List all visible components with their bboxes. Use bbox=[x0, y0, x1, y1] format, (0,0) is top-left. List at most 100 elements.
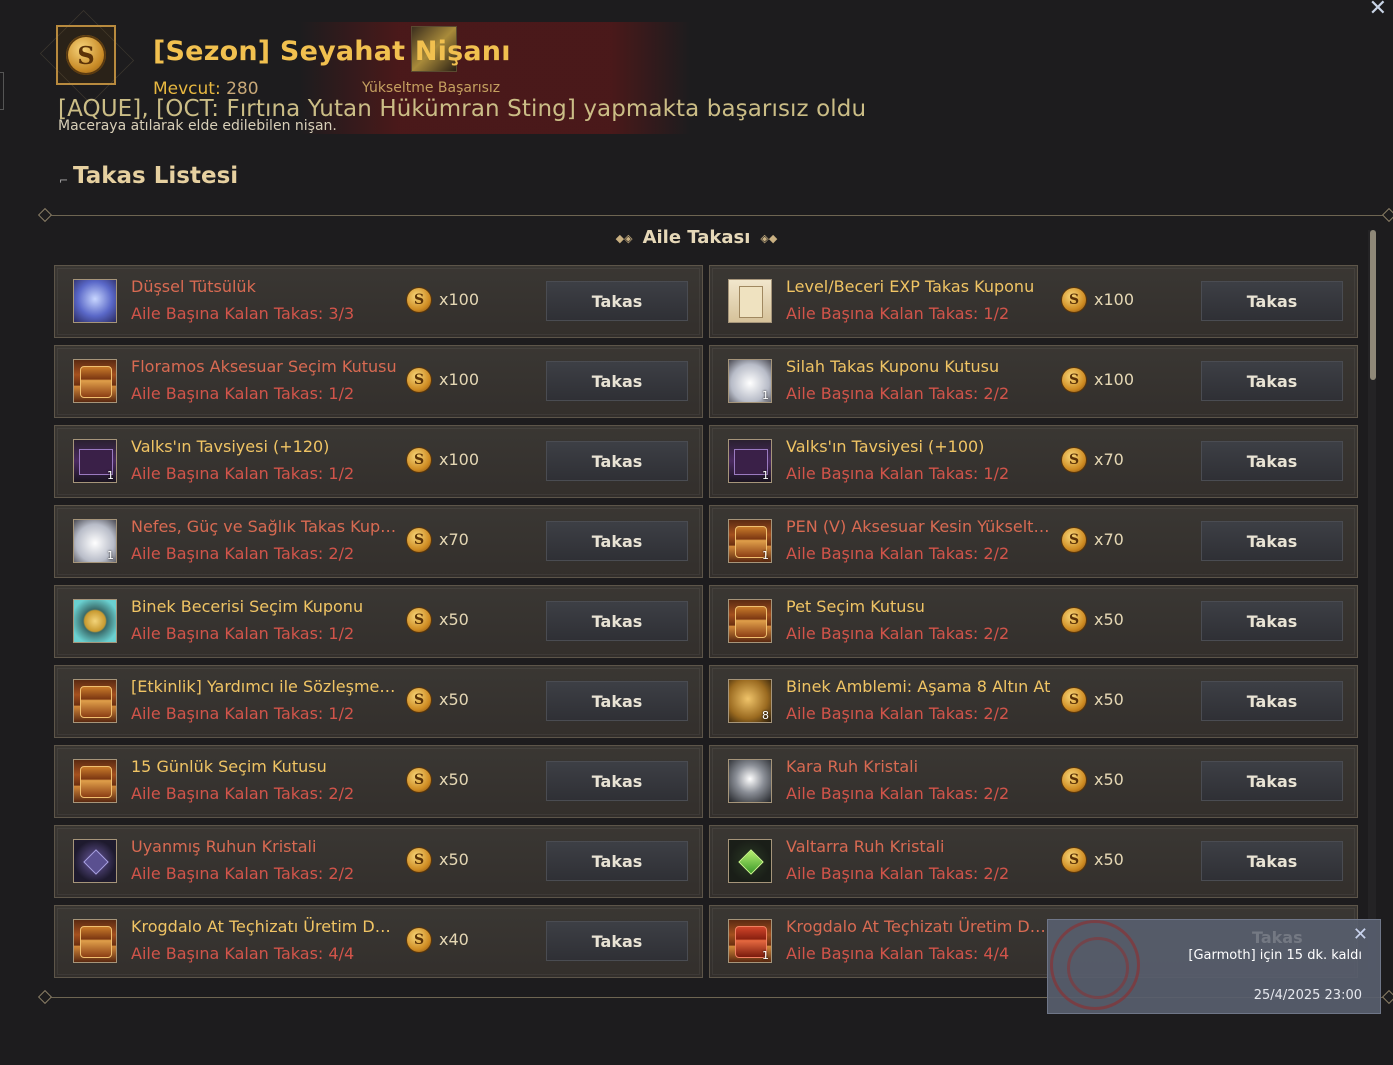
remaining-exchanges: Aile Başına Kalan Takas: 4/4 bbox=[786, 944, 1010, 963]
currency-description: Maceraya atılarak elde edilebilen nişan. bbox=[58, 118, 337, 134]
exchange-button[interactable]: Takas bbox=[546, 521, 688, 561]
item-name: Valtarra Ruh Kristali bbox=[786, 837, 945, 856]
purple-gem-icon[interactable] bbox=[73, 839, 117, 883]
exchange-button[interactable]: Takas bbox=[1201, 281, 1343, 321]
season-coin-icon: S bbox=[1062, 848, 1086, 872]
remaining-exchanges: Aile Başına Kalan Takas: 2/2 bbox=[786, 624, 1010, 643]
page-title: [Sezon] Seyahat Nişanı bbox=[153, 36, 511, 67]
remaining-exchanges: Aile Başına Kalan Takas: 2/2 bbox=[131, 864, 355, 883]
ornament-left-icon: ◆◈ bbox=[615, 231, 633, 245]
item-price: x100 bbox=[439, 370, 480, 389]
remaining-exchanges: Aile Başına Kalan Takas: 2/2 bbox=[786, 704, 1010, 723]
exchange-row: 1 Valks'ın Tavsiyesi (+120) Aile Başına Ka… bbox=[54, 425, 703, 498]
toast-close-icon[interactable]: ✕ bbox=[1353, 924, 1368, 945]
remaining-exchanges: Aile Başına Kalan Takas: 2/2 bbox=[131, 544, 355, 563]
exchange-button[interactable]: Takas bbox=[546, 761, 688, 801]
item-name: [Etkinlik] Yardımcı ile Sözleşme Kutusu bbox=[131, 677, 397, 696]
collapse-icon[interactable]: ⌐ bbox=[59, 174, 68, 187]
exchange-button[interactable]: Takas bbox=[1201, 361, 1343, 401]
exchange-button[interactable]: Takas bbox=[1201, 761, 1343, 801]
exchange-button[interactable]: Takas bbox=[546, 441, 688, 481]
crystal-icon[interactable] bbox=[728, 759, 772, 803]
season-coin-icon: S bbox=[407, 528, 431, 552]
exchange-button[interactable]: Takas bbox=[1201, 841, 1343, 881]
item-name: 15 Günlük Seçim Kutusu bbox=[131, 757, 327, 776]
exchange-button[interactable]: Takas bbox=[546, 281, 688, 321]
season-coin-icon: S bbox=[1062, 688, 1086, 712]
item-price: x70 bbox=[1094, 450, 1124, 469]
item-name: Valks'ın Tavsiyesi (+120) bbox=[131, 437, 330, 456]
item-price: x50 bbox=[1094, 770, 1124, 789]
side-tab[interactable] bbox=[0, 72, 4, 110]
item-price: x100 bbox=[1094, 370, 1135, 389]
remaining-exchanges: Aile Başına Kalan Takas: 2/2 bbox=[131, 784, 355, 803]
item-quantity: 1 bbox=[107, 549, 114, 562]
ornament-right-icon: ◈◆ bbox=[760, 231, 778, 245]
season-coin-icon: S bbox=[407, 448, 431, 472]
chest-icon[interactable] bbox=[73, 359, 117, 403]
exchange-button[interactable]: Takas bbox=[1201, 681, 1343, 721]
chest-icon[interactable] bbox=[73, 679, 117, 723]
white-box-icon[interactable]: 1 bbox=[728, 359, 772, 403]
item-name: Nefes, Güç ve Sağlık Takas Kuponu Kutusu bbox=[131, 517, 397, 536]
toast-message: [Garmoth] için 15 dk. kaldı bbox=[1188, 948, 1362, 963]
item-price: x100 bbox=[439, 450, 480, 469]
boss-emblem-icon bbox=[1050, 920, 1140, 1010]
item-name: Krogdalo At Teçhizatı Üretim Desteği Kut… bbox=[131, 917, 397, 936]
item-price: x50 bbox=[439, 770, 469, 789]
item-price: x50 bbox=[1094, 850, 1124, 869]
exchange-button[interactable]: Takas bbox=[546, 921, 688, 961]
item-name: Uyanmış Ruhun Kristali bbox=[131, 837, 317, 856]
exchange-button[interactable]: Takas bbox=[546, 601, 688, 641]
horse-icon[interactable]: 8 bbox=[728, 679, 772, 723]
item-price: x50 bbox=[1094, 690, 1124, 709]
purple-scroll-icon[interactable]: 1 bbox=[728, 439, 772, 483]
notice-subtitle: Yükseltme Başarısız bbox=[362, 80, 501, 96]
remaining-exchanges: Aile Başına Kalan Takas: 1/2 bbox=[786, 464, 1010, 483]
item-quantity: 1 bbox=[762, 389, 769, 402]
white-box-icon[interactable]: 1 bbox=[73, 519, 117, 563]
remaining-exchanges: Aile Başına Kalan Takas: 1/2 bbox=[131, 464, 355, 483]
exchange-button[interactable]: Takas bbox=[546, 841, 688, 881]
remaining-exchanges: Aile Başına Kalan Takas: 3/3 bbox=[131, 304, 355, 323]
season-coin-icon: S bbox=[1062, 608, 1086, 632]
subsection-title: Aile Takası bbox=[642, 227, 751, 248]
exchange-button[interactable]: Takas bbox=[1201, 521, 1343, 561]
exchange-button[interactable]: Takas bbox=[546, 681, 688, 721]
close-window-icon[interactable]: ✕ bbox=[1369, 0, 1387, 21]
exchange-row: 1 Nefes, Güç ve Sağlık Takas Kuponu Kutus… bbox=[54, 505, 703, 578]
scroll-icon[interactable] bbox=[728, 279, 772, 323]
exchange-row: 1 PEN (V) Aksesuar Kesin Yükseltme Kutusu… bbox=[709, 505, 1358, 578]
chest-icon[interactable] bbox=[728, 599, 772, 643]
exchange-button[interactable]: Takas bbox=[1201, 441, 1343, 481]
remaining-exchanges: Aile Başına Kalan Takas: 2/2 bbox=[786, 384, 1010, 403]
exchange-row: 1 Silah Takas Kuponu Kutusu Aile Başına Ka… bbox=[709, 345, 1358, 418]
blue-dragon-icon[interactable] bbox=[73, 279, 117, 323]
compass-icon[interactable] bbox=[73, 599, 117, 643]
green-gem-icon[interactable] bbox=[728, 839, 772, 883]
toast-time: 25/4/2025 23:00 bbox=[1253, 988, 1362, 1003]
exchange-row: Düşsel Tütsülük Aile Başına Kalan Takas: … bbox=[54, 265, 703, 338]
notification-toast[interactable]: Takas ✕ [Garmoth] için 15 dk. kaldı 25/4… bbox=[1047, 919, 1381, 1014]
season-coin-icon: S bbox=[407, 288, 431, 312]
item-name: Düşsel Tütsülük bbox=[131, 277, 256, 296]
exchange-button[interactable]: Takas bbox=[546, 361, 688, 401]
chest-icon[interactable] bbox=[73, 759, 117, 803]
item-price: x50 bbox=[439, 610, 469, 629]
item-price: x40 bbox=[439, 930, 469, 949]
exchange-button[interactable]: Takas bbox=[1201, 601, 1343, 641]
chest-icon[interactable] bbox=[73, 919, 117, 963]
exchange-row: Valtarra Ruh Kristali Aile Başına Kalan T… bbox=[709, 825, 1358, 898]
item-price: x70 bbox=[439, 530, 469, 549]
purple-scroll-icon[interactable]: 1 bbox=[73, 439, 117, 483]
season-coin-icon: S bbox=[407, 608, 431, 632]
chest-icon[interactable]: 1 bbox=[728, 519, 772, 563]
item-quantity: 1 bbox=[107, 469, 114, 482]
scrollbar-thumb[interactable] bbox=[1370, 230, 1376, 380]
section-title: Takas Listesi bbox=[73, 163, 239, 189]
season-coin-icon: S bbox=[407, 848, 431, 872]
item-name: Floramos Aksesuar Seçim Kutusu bbox=[131, 357, 397, 376]
remaining-exchanges: Aile Başına Kalan Takas: 2/2 bbox=[786, 864, 1010, 883]
red-chest-icon[interactable]: 1 bbox=[728, 919, 772, 963]
exchange-row: Binek Becerisi Seçim Kuponu Aile Başına K… bbox=[54, 585, 703, 658]
